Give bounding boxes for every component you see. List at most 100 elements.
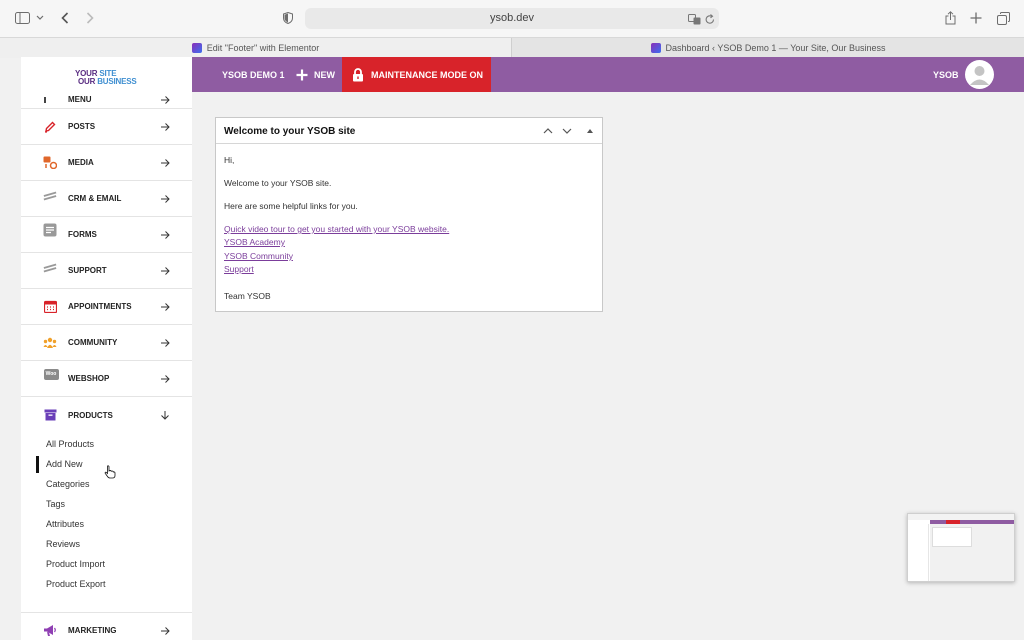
submenu-tags[interactable]: Tags	[46, 499, 65, 509]
user-name[interactable]: YSOB	[933, 57, 959, 92]
sidebar-item-label: MEDIA	[68, 158, 94, 167]
collapse-icon[interactable]	[584, 125, 596, 137]
sidebar-item-crm-email[interactable]: CRM & EMAIL	[21, 181, 192, 217]
submenu-product-import[interactable]: Product Import	[46, 559, 105, 569]
translate-icon[interactable]	[688, 12, 701, 30]
support-link[interactable]: Support	[224, 264, 254, 274]
sidebar-item-label: POSTS	[68, 122, 96, 131]
archive-icon	[43, 408, 57, 422]
site-logo: YOUR SITE OUR BUSINESS	[75, 69, 137, 86]
screenshot-thumbnail[interactable]	[907, 513, 1015, 582]
sidebar-item-label: COMMUNITY	[68, 338, 118, 347]
video-tour-link[interactable]: Quick video tour to get you started with…	[224, 224, 449, 234]
favicon-icon	[191, 43, 202, 53]
sidebar-item-support[interactable]: SUPPORT	[21, 253, 192, 289]
submenu-reviews[interactable]: Reviews	[46, 539, 80, 549]
arrow-right-icon	[161, 626, 170, 635]
reload-icon[interactable]	[705, 12, 715, 30]
submenu-attributes[interactable]: Attributes	[46, 519, 84, 529]
widget-greeting: Hi,	[224, 155, 235, 165]
sidebar-item-media[interactable]: MEDIA	[21, 145, 192, 181]
arrow-right-icon	[161, 230, 170, 239]
academy-link[interactable]: YSOB Academy	[224, 237, 285, 247]
new-button[interactable]: NEW	[296, 57, 335, 92]
hand-cursor-icon	[104, 465, 116, 479]
favicon-icon	[650, 43, 661, 53]
sidebar-item-community[interactable]: COMMUNITY	[21, 325, 192, 361]
media-icon	[43, 156, 57, 170]
sidebar-toggle-icon[interactable]	[14, 9, 30, 27]
submenu-categories[interactable]: Categories	[46, 479, 90, 489]
welcome-widget: Welcome to your YSOB site Hi, Welcome to…	[215, 117, 603, 312]
sidebar-item-label: CRM & EMAIL	[68, 194, 122, 203]
sidebar-item-label: MARKETING	[68, 626, 117, 635]
sidebar-item-webshop[interactable]: Woo WEBSHOP	[21, 361, 192, 397]
submenu-all-products[interactable]: All Products	[46, 439, 94, 449]
maintenance-mode-button[interactable]: MAINTENANCE MODE ON	[342, 57, 491, 92]
tab-elementor[interactable]: Edit "Footer" with Elementor	[0, 38, 511, 58]
maintenance-label: MAINTENANCE MODE ON	[371, 69, 483, 80]
tab-dashboard[interactable]: Dashboard ‹ YSOB Demo 1 — Your Site, Our…	[512, 38, 1024, 58]
sidebar-item-label: FORMS	[68, 230, 97, 239]
megaphone-icon	[43, 624, 57, 638]
move-up-icon[interactable]	[542, 125, 554, 137]
arrow-right-icon	[161, 266, 170, 275]
forward-icon[interactable]	[83, 9, 97, 27]
submenu-product-export[interactable]: Product Export	[46, 579, 106, 589]
forms-icon	[43, 223, 57, 237]
logo-area[interactable]: YOUR SITE OUR BUSINESS	[21, 57, 192, 92]
site-name-link[interactable]: YSOB DEMO 1	[222, 57, 285, 92]
widget-line2: Here are some helpful links for you.	[224, 201, 358, 211]
arrow-right-icon	[161, 194, 170, 203]
arrow-right-icon	[161, 374, 170, 383]
avatar[interactable]	[965, 60, 994, 89]
arrow-down-icon	[161, 411, 169, 420]
sidebar-item-label: MENU	[68, 95, 92, 104]
tab-overview-icon[interactable]	[996, 9, 1010, 27]
menu-icon	[43, 93, 57, 107]
url-text: ysob.dev	[489, 12, 535, 24]
tab-title: Dashboard ‹ YSOB Demo 1 — Your Site, Our…	[665, 43, 886, 53]
sidebar-item-appointments[interactable]: APPOINTMENTS	[21, 289, 192, 325]
submenu-add-new[interactable]: Add New	[46, 459, 83, 469]
sidebar-item-products[interactable]: PRODUCTS	[21, 397, 192, 433]
new-tab-icon[interactable]	[969, 9, 983, 27]
community-link[interactable]: YSOB Community	[224, 251, 293, 261]
browser-toolbar: ysob.dev	[0, 0, 1024, 37]
user-icon	[970, 66, 989, 85]
arrow-right-icon	[161, 96, 170, 104]
share-icon[interactable]	[943, 9, 957, 27]
support-icon	[43, 261, 57, 275]
woo-icon: Woo	[43, 367, 59, 381]
plus-icon	[296, 69, 308, 80]
arrow-right-icon	[161, 302, 170, 311]
arrow-right-icon	[161, 158, 170, 167]
sidebar-item-label: APPOINTMENTS	[68, 302, 132, 311]
address-bar[interactable]: ysob.dev	[305, 8, 719, 29]
lock-icon	[353, 67, 363, 81]
widget-line1: Welcome to your YSOB site.	[224, 178, 332, 188]
arrow-right-icon	[161, 338, 170, 347]
sidebar-item-posts[interactable]: POSTS	[21, 109, 192, 145]
sidebar-item-label: WEBSHOP	[68, 374, 110, 383]
new-label: NEW	[314, 69, 335, 80]
shield-icon[interactable]	[282, 9, 294, 27]
sidebar-item-menu[interactable]: MENU	[21, 92, 192, 109]
move-down-icon[interactable]	[561, 125, 573, 137]
calendar-icon	[43, 300, 57, 314]
sidebar-item-label: SUPPORT	[68, 266, 107, 275]
browser-tabs: Edit "Footer" with Elementor Dashboard ‹…	[0, 37, 1024, 58]
back-icon[interactable]	[58, 9, 72, 27]
community-icon	[43, 336, 57, 350]
widget-title: Welcome to your YSOB site	[224, 126, 356, 137]
sidebar-item-forms[interactable]: FORMS	[21, 217, 192, 253]
arrow-right-icon	[161, 122, 170, 131]
sidebar-item-label: PRODUCTS	[68, 410, 113, 420]
sidebar-item-marketing[interactable]: MARKETING	[21, 612, 192, 640]
widget-header[interactable]: Welcome to your YSOB site	[216, 118, 602, 144]
active-indicator	[36, 456, 39, 473]
tab-title: Edit "Footer" with Elementor	[206, 43, 320, 53]
chevron-down-icon[interactable]	[35, 9, 45, 27]
admin-bar: YSOB DEMO 1 NEW MAINTENANCE MODE ON YSOB	[192, 57, 1024, 92]
widget-signoff: Team YSOB	[224, 291, 271, 301]
